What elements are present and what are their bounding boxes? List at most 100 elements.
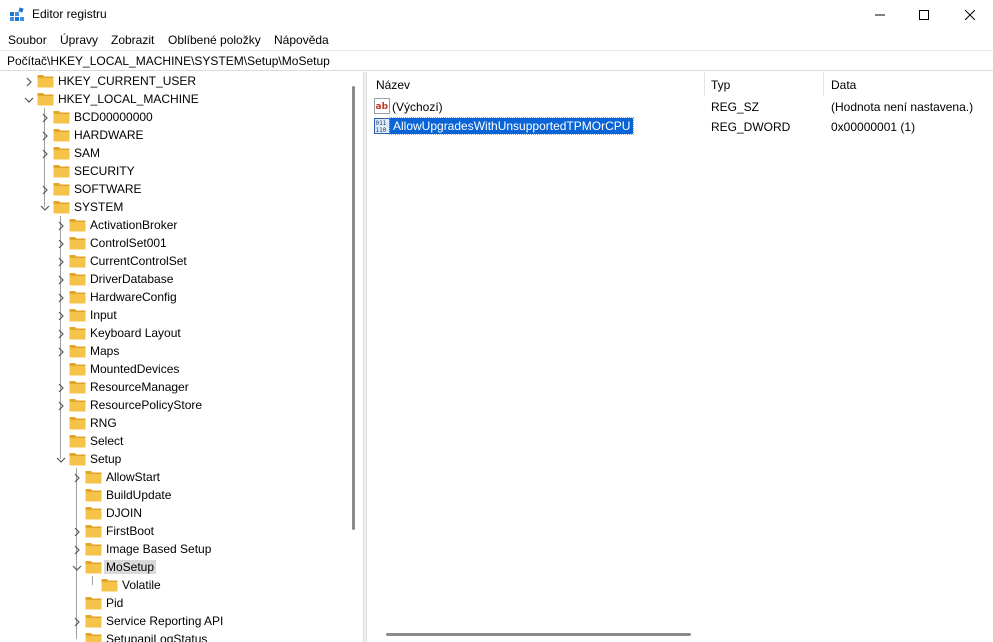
chevron-right-icon[interactable] — [40, 184, 50, 195]
tree-item[interactable]: ActivationBroker — [0, 216, 345, 234]
tree-item-label: AllowStart — [106, 470, 161, 484]
address-path[interactable]: Počítač\HKEY_LOCAL_MACHINE\SYSTEM\Setup\… — [7, 54, 330, 68]
chevron-right-icon[interactable] — [24, 76, 34, 87]
folder-icon — [53, 145, 70, 160]
value-name-selected: AllowUpgradesWithUnsupportedTPMOrCPU — [388, 117, 635, 135]
tree-item[interactable]: CurrentControlSet — [0, 252, 345, 270]
chevron-right-icon[interactable] — [72, 526, 82, 537]
folder-icon — [69, 271, 86, 286]
tree-item[interactable]: Select — [0, 432, 345, 450]
tree-item[interactable]: SOFTWARE — [0, 180, 345, 198]
chevron-down-icon[interactable] — [40, 202, 50, 212]
tree-item[interactable]: AllowStart — [0, 468, 345, 486]
tree-item[interactable]: Input — [0, 306, 345, 324]
chevron-right-icon[interactable] — [56, 292, 66, 303]
chevron-right-icon[interactable] — [72, 472, 82, 483]
tree-item[interactable]: Image Based Setup — [0, 540, 345, 558]
tree-item-label: ResourcePolicyStore — [90, 398, 203, 412]
menu-napoveda[interactable]: Nápověda — [274, 33, 329, 47]
tree-item[interactable]: FirstBoot — [0, 522, 345, 540]
window-title: Editor registru — [32, 7, 107, 21]
tree-item[interactable]: ResourcePolicyStore — [0, 396, 345, 414]
tree-item[interactable]: BuildUpdate — [0, 486, 345, 504]
pane-splitter[interactable] — [363, 72, 367, 642]
menu-oblibene-polozky[interactable]: Oblíbené položky — [168, 33, 261, 47]
tree-item[interactable]: Setup — [0, 450, 345, 468]
tree-vertical-scrollbar[interactable] — [347, 72, 361, 642]
minimize-icon — [875, 14, 885, 16]
tree-item[interactable]: SetupapiLogStatus — [0, 630, 345, 642]
tree-item[interactable]: ControlSet001 — [0, 234, 345, 252]
address-bar[interactable]: Počítač\HKEY_LOCAL_MACHINE\SYSTEM\Setup\… — [0, 50, 993, 71]
column-header-type[interactable]: Typ — [705, 72, 823, 96]
tree-item[interactable]: MountedDevices — [0, 360, 345, 378]
column-header-name[interactable]: Název — [368, 72, 704, 96]
tree-item[interactable]: MoSetup — [0, 558, 345, 576]
tree-item[interactable]: Volatile — [0, 576, 345, 594]
close-icon — [965, 10, 975, 20]
tree-item[interactable]: SYSTEM — [0, 198, 345, 216]
chevron-down-icon[interactable] — [72, 562, 82, 572]
list-horizontal-scrollbar[interactable] — [368, 628, 993, 642]
tree-item[interactable]: HKEY_CURRENT_USER — [0, 72, 345, 90]
menu-zobrazit[interactable]: Zobrazit — [111, 33, 154, 47]
chevron-right-icon[interactable] — [56, 256, 66, 267]
chevron-right-icon[interactable] — [40, 112, 50, 123]
list-scroll-thumb[interactable] — [386, 633, 691, 636]
tree-item[interactable]: DriverDatabase — [0, 270, 345, 288]
tree-item-label: Input — [90, 308, 117, 322]
tree-item[interactable]: Service Reporting API — [0, 612, 345, 630]
tree-item[interactable]: Maps — [0, 342, 345, 360]
value-type: REG_DWORD — [711, 120, 791, 134]
folder-open-icon — [37, 91, 54, 106]
value-data: 0x00000001 (1) — [831, 120, 916, 134]
value-row[interactable]: ab (Výchozí) REG_SZ (Hodnota není nastav… — [368, 96, 993, 116]
close-button[interactable] — [947, 0, 993, 30]
chevron-right-icon[interactable] — [56, 310, 66, 321]
tree-item[interactable]: RNG — [0, 414, 345, 432]
maximize-button[interactable] — [901, 0, 947, 30]
tree-item[interactable]: Keyboard Layout — [0, 324, 345, 342]
tree-item-label: Pid — [106, 596, 124, 610]
tree-item-label: HKEY_LOCAL_MACHINE — [58, 92, 199, 106]
tree-item[interactable]: SAM — [0, 144, 345, 162]
chevron-right-icon[interactable] — [56, 274, 66, 285]
folder-icon — [69, 343, 86, 358]
tree-item[interactable]: SECURITY — [0, 162, 345, 180]
value-type: REG_SZ — [711, 100, 760, 114]
tree-item-label: FirstBoot — [106, 524, 155, 538]
chevron-right-icon[interactable] — [56, 220, 66, 231]
chevron-right-icon[interactable] — [56, 328, 66, 339]
tree-scroll-thumb[interactable] — [352, 86, 355, 530]
key-tree[interactable]: HKEY_CURRENT_USER HKEY_LOCAL_MACHINE BCD00… — [0, 72, 361, 642]
tree-item[interactable]: DJOIN — [0, 504, 345, 522]
chevron-right-icon[interactable] — [72, 544, 82, 555]
maximize-icon — [919, 10, 929, 20]
chevron-right-icon[interactable] — [40, 130, 50, 141]
chevron-right-icon[interactable] — [40, 148, 50, 159]
chevron-right-icon[interactable] — [56, 346, 66, 357]
tree-item[interactable]: HardwareConfig — [0, 288, 345, 306]
chevron-right-icon[interactable] — [56, 400, 66, 411]
menu-soubor[interactable]: Soubor — [8, 33, 47, 47]
chevron-down-icon[interactable] — [24, 94, 34, 104]
column-header-data-label: Data — [831, 78, 857, 92]
minimize-button[interactable] — [857, 0, 903, 30]
tree-item-label: SetupapiLogStatus — [106, 632, 208, 642]
tree-item[interactable]: HARDWARE — [0, 126, 345, 144]
chevron-right-icon[interactable] — [56, 382, 66, 393]
tree-item-label: BuildUpdate — [106, 488, 172, 502]
values-list[interactable]: Název Typ Data ab (Výchozí) REG_SZ (Hodn… — [368, 72, 993, 642]
tree-item[interactable]: HKEY_LOCAL_MACHINE — [0, 90, 345, 108]
chevron-right-icon[interactable] — [56, 238, 66, 249]
tree-item[interactable]: ResourceManager — [0, 378, 345, 396]
menu-upravy[interactable]: Úpravy — [60, 33, 98, 47]
tree-item-label: ControlSet001 — [90, 236, 167, 250]
chevron-down-icon[interactable] — [56, 454, 66, 464]
tree-item[interactable]: Pid — [0, 594, 345, 612]
value-row[interactable]: 011 110 AllowUpgradesWithUnsupportedTPMO… — [368, 116, 993, 136]
tree-item[interactable]: BCD00000000 — [0, 108, 345, 126]
column-header-data[interactable]: Data — [824, 72, 993, 96]
folder-icon — [69, 433, 86, 448]
chevron-right-icon[interactable] — [72, 616, 82, 627]
